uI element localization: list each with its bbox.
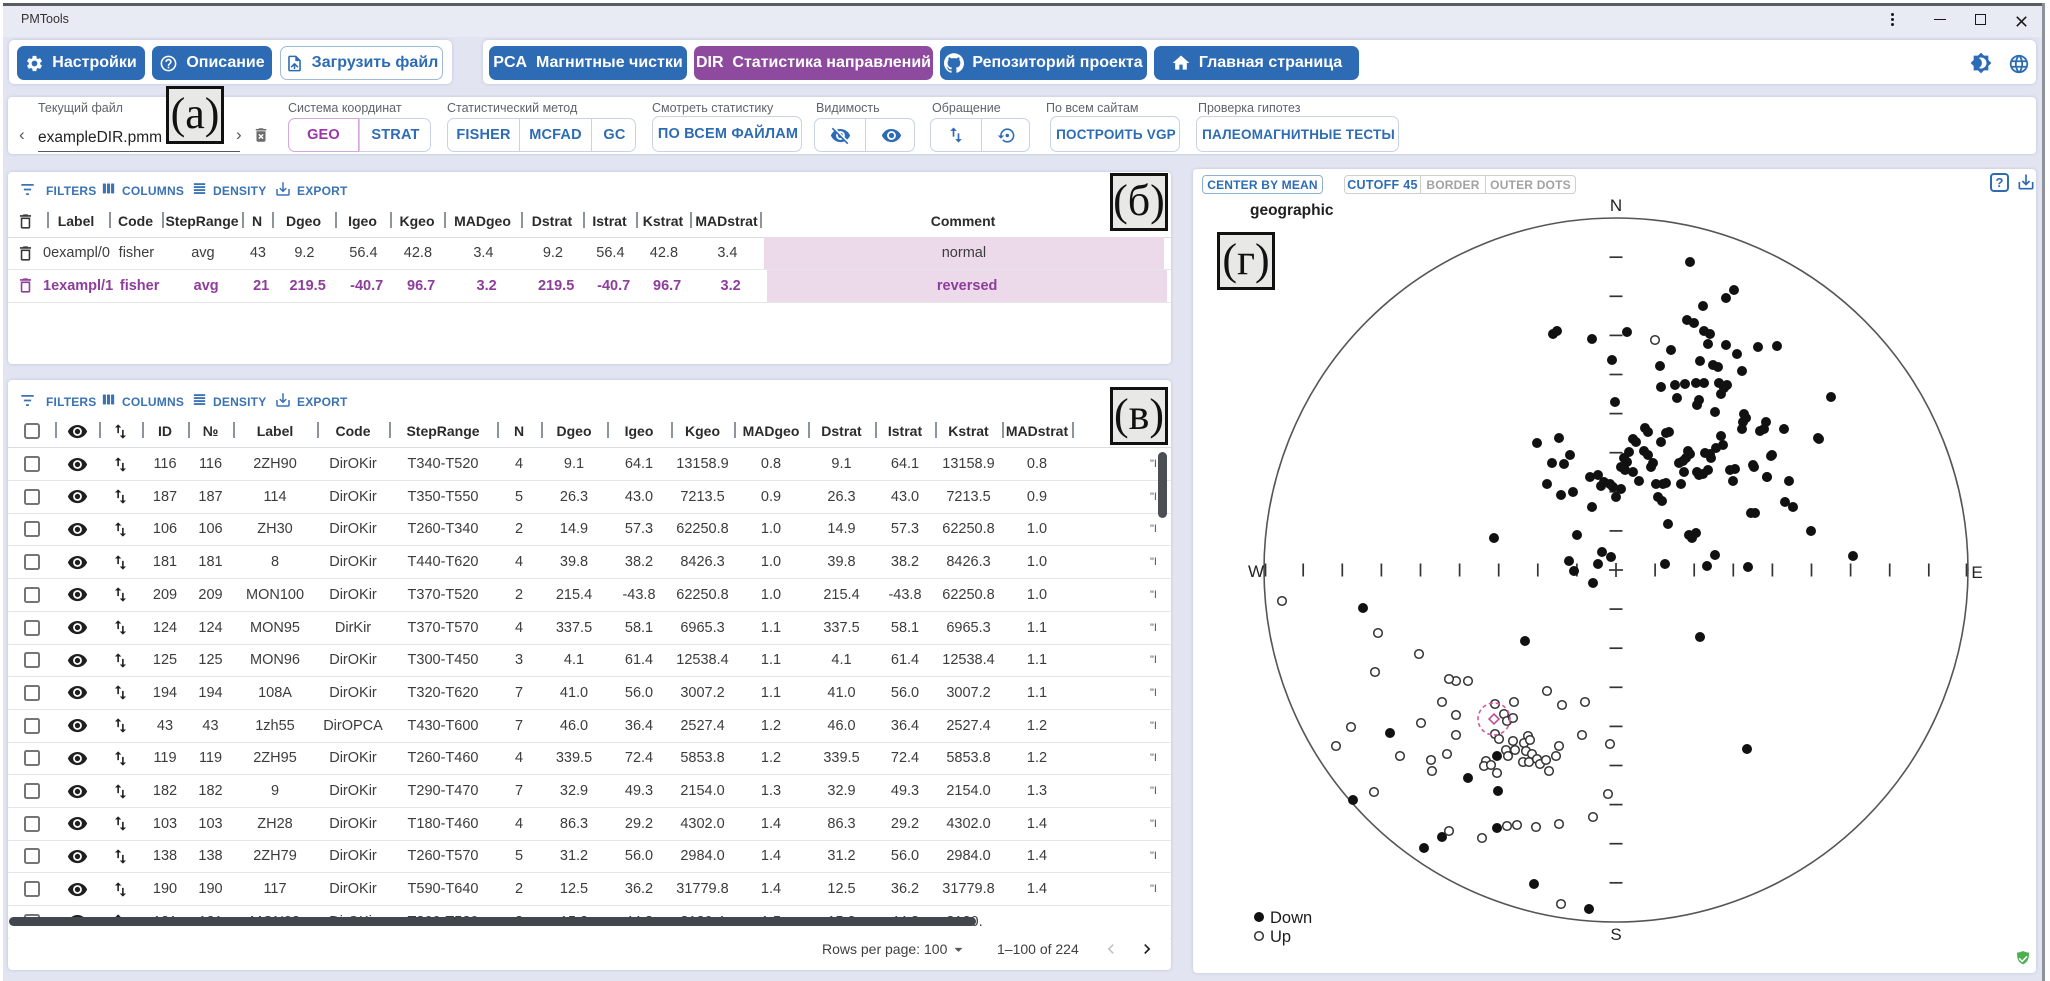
svg-text:E: E (1971, 563, 1982, 582)
svg-text:S: S (1610, 925, 1621, 944)
svg-text:W: W (1248, 562, 1264, 581)
svg-text:Up: Up (1270, 928, 1291, 946)
svg-text:N: N (1610, 196, 1622, 215)
svg-text:Down: Down (1270, 909, 1312, 927)
